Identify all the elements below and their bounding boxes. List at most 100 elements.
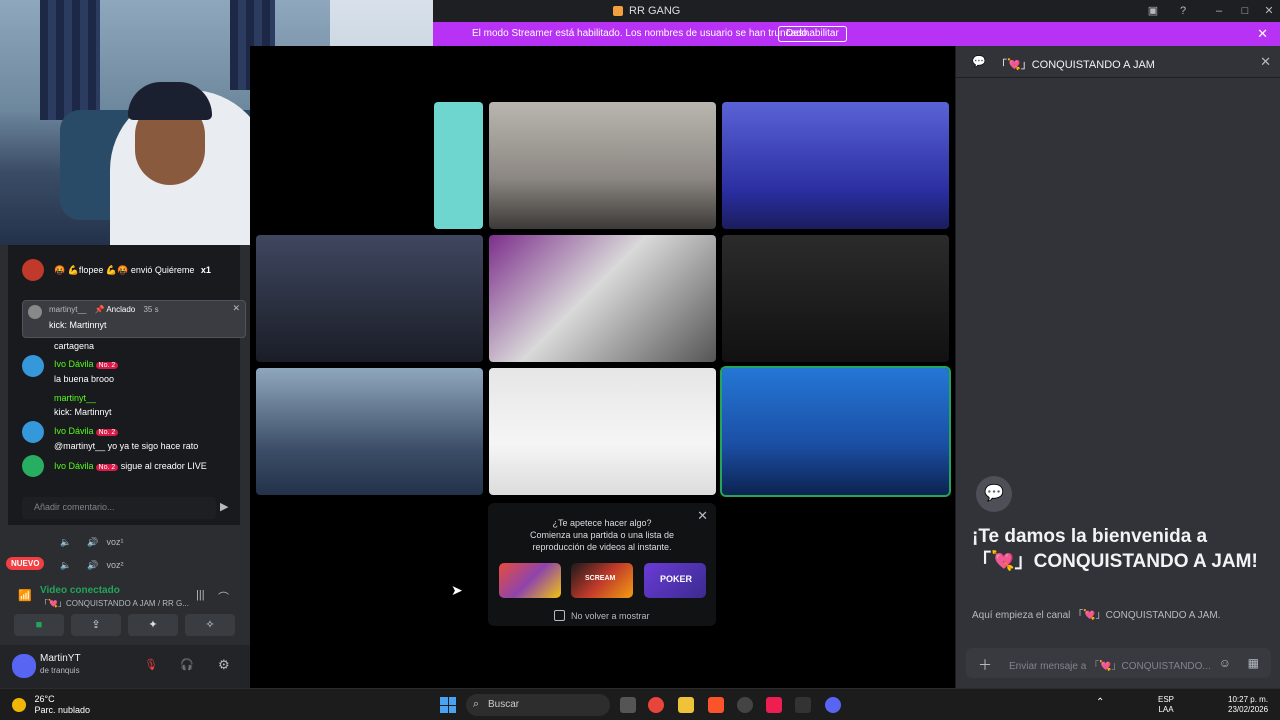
close-window-button[interactable]: ✕ [1261, 3, 1277, 19]
avatar [22, 421, 44, 443]
avatar [22, 355, 44, 377]
tiktok-icon[interactable] [766, 697, 782, 713]
title-bar: RR GANG ▣ ? – □ ✕ [433, 0, 1280, 22]
video-tile[interactable] [722, 102, 949, 229]
tray-chevron-icon[interactable]: ⌃ [1096, 698, 1104, 708]
speaker-icon: 🔊 [87, 560, 99, 570]
close-icon[interactable]: ✕ [1260, 54, 1271, 70]
dont-show-again[interactable]: No volver a mostrar [554, 610, 650, 621]
discord-icon[interactable] [825, 697, 841, 713]
avatar [22, 455, 44, 477]
screen-share-button[interactable]: ⇪ [71, 614, 121, 636]
search-box[interactable]: ⌕ Buscar [466, 694, 610, 716]
checkbox[interactable] [554, 610, 565, 621]
camera-button[interactable]: ■ [14, 614, 64, 636]
channel-title: 「💘」CONQUISTANDO A JAM [996, 59, 1155, 71]
settings-gear-icon[interactable]: ⚙ [218, 657, 230, 673]
mute-mic-icon[interactable]: 🎙 [144, 658, 158, 671]
video-tile[interactable] [256, 368, 483, 495]
activity-prompt: ✕ ¿Te apetece hacer algo? Comienza una p… [488, 503, 716, 626]
video-tile[interactable] [489, 102, 716, 229]
left-sidebar: 🤬 💪flopee 💪🤬 envió Quiéreme x1 martinyt_… [0, 245, 250, 688]
speaker-icon: 🔊 [87, 537, 99, 547]
activity-card[interactable] [499, 563, 561, 598]
inbox-icon[interactable]: ▣ [1145, 3, 1161, 19]
pinned-badge: 📌 Anclado [94, 305, 136, 314]
chrome-icon[interactable] [648, 697, 664, 713]
signal-icon[interactable]: 📶 [18, 589, 32, 602]
message-input[interactable]: ＋ Enviar mensaje a 「💘」CONQUISTANDO... ☺ … [966, 648, 1271, 678]
chat-username: Ivo Dávila No. 2 [54, 426, 119, 436]
welcome-subtitle: Aquí empieza el canal 「💘」CONQUISTANDO A … [972, 610, 1221, 621]
voice-channel-item[interactable]: 🔈 🔊 voz¹ [60, 537, 123, 548]
app-icon[interactable] [737, 697, 753, 713]
chat-bubble-icon: 💬 [972, 56, 986, 68]
video-tile[interactable] [722, 235, 949, 362]
new-badge[interactable]: NUEVO [6, 557, 45, 570]
video-tile[interactable] [489, 235, 716, 362]
chat-message: la buena brooo [54, 374, 115, 384]
pinned-text: kick: Martinnyt [49, 320, 107, 330]
file-explorer-icon[interactable] [678, 697, 694, 713]
comment-input[interactable]: Añadir comentario... [22, 497, 216, 519]
chat-header: 💬 「💘」CONQUISTANDO A JAM ✕ [956, 46, 1280, 78]
video-tile[interactable] [489, 368, 716, 495]
activities-button[interactable]: ✦ [128, 614, 178, 636]
weather-widget[interactable]: 26°C Parc. nublado [12, 694, 90, 716]
video-tile[interactable] [434, 102, 483, 229]
close-icon[interactable]: ✕ [232, 303, 240, 314]
voice-status[interactable]: Video conectado [40, 585, 120, 596]
task-view-icon[interactable] [620, 697, 636, 713]
close-icon[interactable]: ✕ [1257, 26, 1268, 42]
disconnect-icon[interactable]: ⌒ [218, 589, 229, 605]
disable-streamer-button[interactable]: Deshabilitar [778, 26, 847, 42]
soundboard-button[interactable]: ✧ [185, 614, 235, 636]
user-panel: MartinYT de tranquis 🎙 🎧 ⚙ [0, 645, 250, 688]
activity-card[interactable]: POKER [644, 563, 706, 598]
username[interactable]: MartinYT [40, 653, 81, 664]
chat-message: cartagena [54, 341, 95, 351]
video-tile-speaking[interactable] [720, 366, 951, 497]
help-icon[interactable]: ? [1175, 3, 1191, 19]
avatar [22, 259, 44, 281]
voice-channel-name[interactable]: 「💘」CONQUISTANDO A JAM / RR G... [40, 598, 190, 609]
weather-icon [12, 698, 26, 712]
brave-icon[interactable] [708, 697, 724, 713]
chat-message: Ivo Dávila No. 2 sigue al creador LIVE [54, 461, 207, 471]
pinned-time: 35 s [143, 305, 159, 314]
clock[interactable]: 10:27 p. m. 23/02/2026 [1228, 695, 1268, 715]
noise-suppression-icon[interactable]: ||| [196, 589, 205, 601]
user-status: de tranquis [40, 666, 80, 675]
mouse-cursor-icon: ➤ [451, 582, 463, 598]
headphones-icon[interactable]: 🎧 [180, 658, 194, 671]
avatar[interactable] [12, 654, 36, 678]
app-icon [613, 6, 623, 16]
emoji-icon[interactable]: ☺ [1219, 656, 1231, 670]
pinned-user: martinyt__ [49, 305, 87, 314]
live-chat-overlay: 🤬 💪flopee 💪🤬 envió Quiéreme x1 martinyt_… [8, 245, 246, 525]
pinned-message[interactable]: martinyt__ 📌 Anclado 35 s kick: Martinny… [22, 300, 246, 338]
video-tile[interactable] [256, 235, 483, 362]
chat-message: kick: Martinnyt [54, 407, 112, 417]
gift-message: 🤬 💪flopee 💪🤬 envió Quiéreme x1 [54, 265, 211, 275]
search-icon: ⌕ [473, 698, 480, 710]
minimize-button[interactable]: – [1211, 3, 1227, 19]
plus-icon[interactable]: ＋ [978, 655, 992, 675]
speaker-icon: 🔈 [60, 560, 72, 570]
activity-card[interactable]: SCREAM [571, 563, 633, 598]
maximize-button[interactable]: □ [1237, 3, 1253, 19]
chat-username: Ivo Dávila No. 2 [54, 359, 119, 369]
app-icon[interactable] [795, 697, 811, 713]
language-indicator[interactable]: ESP LAA [1158, 695, 1174, 715]
windows-taskbar: 26°C Parc. nublado ⌕ Buscar ⌃ ESP LAA 10:27… [0, 688, 1280, 720]
window-title: RR GANG [613, 5, 680, 17]
voice-channel-item[interactable]: 🔈 🔊 voz² [60, 560, 123, 571]
start-button[interactable] [440, 697, 456, 713]
welcome-title: ¡Te damos la bienvenida a 「💘」CONQUISTAND… [972, 526, 1258, 572]
send-icon[interactable]: ▶ [220, 500, 228, 513]
apps-icon[interactable]: ▦ [1248, 656, 1259, 670]
chat-bubble-icon: 💬 [976, 476, 1012, 512]
banner-text: El modo Streamer está habilitado. Los no… [472, 28, 810, 39]
chat-message: @martinyt__ yo ya te sigo hace rato [54, 441, 199, 451]
speaker-icon: 🔈 [60, 537, 72, 547]
